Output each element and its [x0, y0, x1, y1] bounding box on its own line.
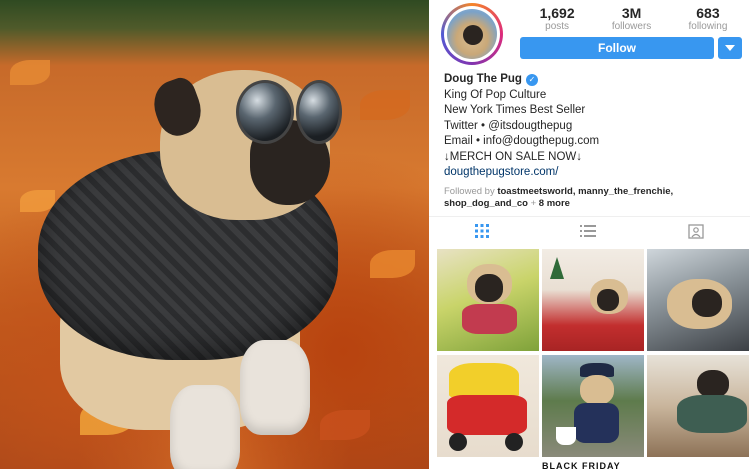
follow-button[interactable]: Follow	[520, 37, 714, 59]
profile-stats: 1,692 posts 3M followers 683 following	[521, 6, 746, 33]
tab-tagged[interactable]	[688, 223, 704, 244]
grid-post[interactable]	[647, 355, 749, 457]
bio-line: New York Times Best Seller	[444, 104, 586, 116]
stat-value: 3M	[621, 5, 642, 21]
bio-line: Twitter • @itsdougthepug	[444, 119, 573, 132]
grid-post-partial[interactable]: BLACK FRIDAY SALE	[542, 461, 644, 471]
bio-line: King Of Pop Culture	[444, 88, 547, 101]
stat-followers[interactable]: 3M followers	[612, 6, 651, 33]
leaf	[320, 410, 370, 440]
stat-value: 683	[696, 5, 720, 21]
chevron-down-icon	[725, 45, 735, 51]
sock-left	[170, 385, 240, 469]
stat-label: posts	[545, 21, 570, 32]
website-link[interactable]: dougthepugstore.com/	[444, 165, 744, 181]
leaf	[10, 60, 50, 85]
list-icon	[580, 224, 597, 237]
profile-tabs	[429, 216, 750, 249]
grid-post[interactable]	[437, 249, 539, 351]
profile-name: Doug The Pug	[444, 73, 522, 85]
suggestions-dropdown-button[interactable]	[718, 37, 742, 59]
verified-badge-icon: ✓	[525, 73, 538, 86]
stat-posts[interactable]: 1,692 posts	[540, 6, 575, 33]
followed-by[interactable]: Followed by toastmeetsworld, manny_the_f…	[444, 186, 744, 210]
photo-grid: BLACK FRIDAY SALE	[437, 249, 750, 471]
sock-right	[240, 340, 310, 435]
grid-post[interactable]	[542, 249, 644, 351]
grid-post[interactable]	[542, 355, 644, 457]
tab-grid[interactable]	[474, 223, 489, 243]
stat-value: 1,692	[539, 5, 575, 21]
stat-label: followers	[611, 21, 652, 32]
main-photo	[0, 0, 429, 469]
sunglasses-lens-left	[236, 80, 294, 144]
grid-post[interactable]	[437, 355, 539, 457]
avatar[interactable]	[441, 3, 503, 65]
stat-label: following	[688, 21, 728, 32]
bio-line: Email • info@dougthepug.com	[444, 135, 600, 147]
grid-post-caption: BLACK FRIDAY SALE	[542, 461, 621, 471]
profile-bio: Doug The Pug ✓ King Of Pop Culture New Y…	[444, 72, 744, 210]
grid-icon	[474, 223, 489, 238]
leaf	[360, 90, 410, 120]
leaf	[370, 250, 415, 278]
bio-line: ↓MERCH ON SALE NOW↓	[444, 150, 583, 163]
tab-list[interactable]	[580, 224, 597, 243]
avatar-image	[447, 9, 497, 59]
sunglasses-lens-right	[296, 80, 342, 144]
profile-panel: 1,692 posts 3M followers 683 following F…	[429, 0, 750, 471]
grid-post[interactable]	[647, 249, 749, 351]
stat-following[interactable]: 683 following	[688, 6, 727, 33]
tagged-icon	[688, 223, 704, 239]
